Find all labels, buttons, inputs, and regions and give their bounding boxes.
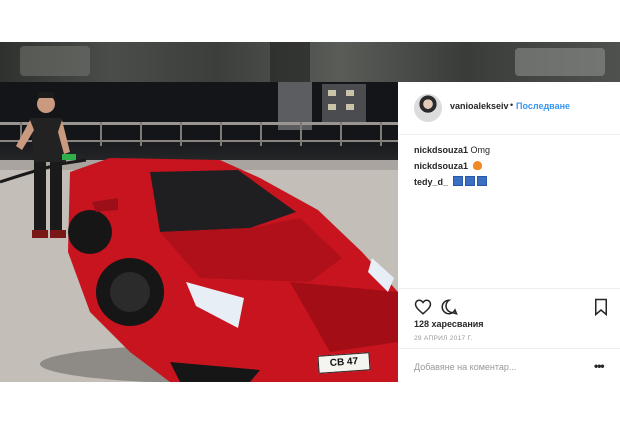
avatar[interactable] — [414, 94, 442, 122]
comment-author[interactable]: tedy_d_ — [414, 177, 448, 187]
more-options-icon[interactable]: ••• — [594, 359, 605, 373]
post-header: vanioalekseiv • Последване — [398, 82, 620, 135]
fox-emoji-icon — [472, 161, 482, 170]
comment-text: Omg — [470, 145, 491, 155]
comment-item: nickdsouza1 — [414, 158, 610, 174]
bookmark-icon[interactable] — [592, 298, 610, 316]
follow-button[interactable]: Последване — [516, 101, 570, 111]
comment-icon[interactable] — [440, 298, 458, 316]
comment-input[interactable] — [414, 360, 584, 374]
heart-icon[interactable] — [414, 298, 432, 316]
comment-author[interactable]: nickdsouza1 — [414, 161, 468, 171]
flag-emoji-icon — [464, 176, 475, 186]
flag-emoji-icon — [476, 176, 487, 186]
comment-item: tedy_d_ — [414, 174, 610, 190]
comments-list: nickdsouza1 Omg nickdsouza1 tedy_d_ — [414, 142, 610, 190]
post-date[interactable]: 29 АПРИЛ 2017 Г. — [414, 335, 473, 342]
post-sidebar: vanioalekseiv • Последване nickdsouza1 O… — [398, 82, 620, 382]
license-plate: CB 47 — [317, 352, 371, 374]
add-comment-section: ••• — [398, 348, 620, 383]
background-shape — [20, 46, 90, 76]
background-shape — [270, 42, 310, 82]
separator-dot: • — [510, 100, 514, 110]
background-blur — [0, 42, 620, 82]
likes-count[interactable]: 128 харесвания — [414, 319, 484, 329]
background-shape — [515, 48, 605, 76]
action-bar — [398, 288, 620, 323]
photo-illustration — [0, 82, 398, 382]
username-link[interactable]: vanioalekseiv — [450, 101, 509, 111]
comment-item: nickdsouza1 Omg — [414, 142, 610, 158]
post-photo[interactable]: CB 47 — [0, 82, 398, 382]
flag-emoji-icon — [452, 176, 463, 186]
comment-author[interactable]: nickdsouza1 — [414, 145, 468, 155]
